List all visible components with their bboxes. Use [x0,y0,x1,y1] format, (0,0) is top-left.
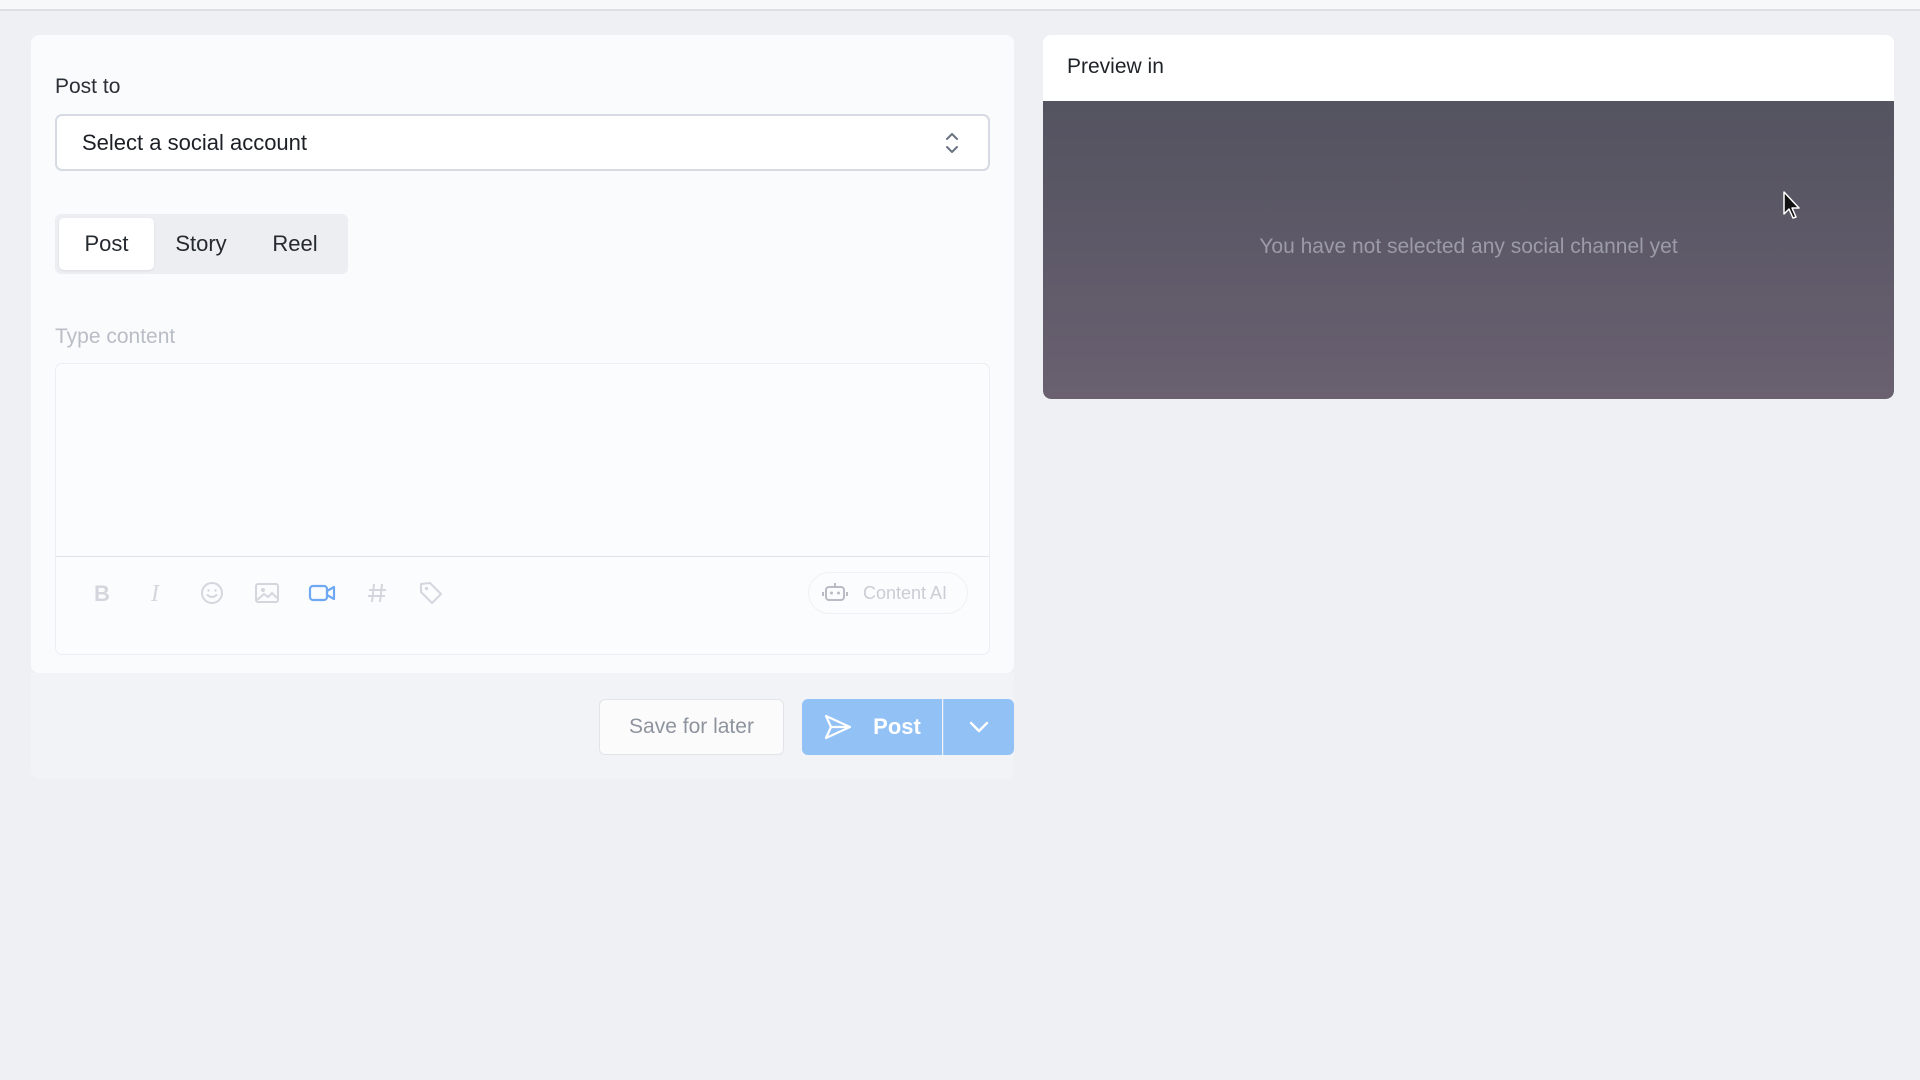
send-icon [825,714,852,740]
video-icon[interactable] [307,578,337,608]
top-bar [0,0,1920,11]
social-account-select[interactable]: Select a social account [55,114,990,171]
preview-header: Preview in [1067,55,1164,78]
post-button-label: Post [873,714,921,739]
save-for-later-button[interactable]: Save for later [599,699,784,755]
chevron-up-down-icon [946,133,958,153]
post-to-label: Post to [55,75,121,98]
svg-text:B: B [94,581,110,605]
bold-icon[interactable]: B [87,578,117,608]
content-ai-button[interactable]: Content AI [808,572,968,614]
tab-story[interactable]: Story [154,218,248,270]
preview-empty-message: You have not selected any social channel… [1259,235,1678,258]
preview-panel: Preview in You have not selected any soc… [1043,35,1894,399]
italic-icon[interactable]: I [142,578,172,608]
emoji-icon[interactable] [197,578,227,608]
tab-reel[interactable]: Reel [248,218,342,270]
chevron-down-icon [969,721,989,733]
content-ai-label: Content AI [863,582,948,603]
content-editor: B I Content AI [55,363,990,655]
content-textarea[interactable] [56,364,989,557]
mouse-cursor-icon [1783,191,1800,219]
hashtag-icon[interactable] [362,578,392,608]
content-label: Type content [55,325,176,348]
tag-icon[interactable] [416,578,446,608]
image-icon[interactable] [252,578,282,608]
post-options-dropdown[interactable] [943,699,1014,755]
robot-icon [822,583,848,601]
social-account-select-value: Select a social account [82,129,308,155]
post-type-tabs: Post Story Reel [55,214,348,274]
preview-area: You have not selected any social channel… [1043,101,1894,399]
svg-text:I: I [150,581,160,605]
tab-post[interactable]: Post [59,218,154,270]
post-button[interactable]: Post [802,699,942,755]
